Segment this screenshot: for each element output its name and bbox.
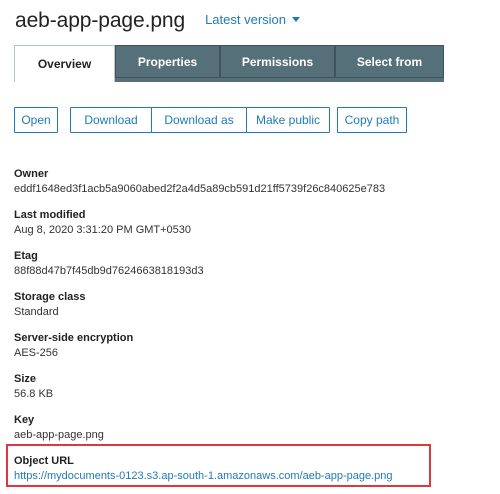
key-label: Key (14, 414, 35, 426)
version-dropdown[interactable]: Latest version (205, 12, 300, 27)
tab-overview[interactable]: Overview (14, 45, 115, 82)
object-url-link[interactable]: https://mydocuments-0123.s3.ap-south-1.a… (14, 470, 393, 483)
size-value: 56.8 KB (14, 388, 54, 400)
storage-class-value: Standard (14, 306, 59, 318)
title-row: aeb-app-page.png Latest version (15, 9, 300, 33)
tab-select-from[interactable]: Select from (335, 45, 444, 78)
last-modified-label: Last modified (14, 209, 86, 221)
open-button[interactable]: Open (14, 107, 58, 133)
owner-value: eddf1648ed3f1acb5a9060abed2f2a4d5a89cb59… (14, 183, 386, 195)
last-modified-property: Last modified Aug 8, 2020 3:31:20 PM GMT… (14, 209, 191, 237)
caret-down-icon (292, 17, 300, 22)
copy-path-button[interactable]: Copy path (337, 107, 407, 133)
object-url-property: Object URL https://mydocuments-0123.s3.a… (14, 455, 393, 483)
etag-label: Etag (14, 250, 38, 262)
tab-properties-label: Properties (137, 54, 198, 69)
storage-class-property: Storage class Standard (14, 291, 86, 319)
page-title: aeb-app-page.png (15, 9, 186, 32)
size-property: Size 56.8 KB (14, 373, 53, 401)
owner-property: Owner eddf1648ed3f1acb5a9060abed2f2a4d5a… (14, 168, 385, 196)
encryption-value: AES-256 (14, 347, 59, 359)
last-modified-value: Aug 8, 2020 3:31:20 PM GMT+0530 (14, 224, 192, 236)
download-as-button[interactable]: Download as (151, 107, 247, 133)
tab-permissions-label: Permissions (241, 54, 314, 69)
key-value: aeb-app-page.png (14, 429, 104, 441)
object-url-label: Object URL (14, 455, 74, 467)
tab-permissions[interactable]: Permissions (220, 45, 335, 78)
encryption-label: Server-side encryption (14, 332, 134, 344)
key-property: Key aeb-app-page.png (14, 414, 104, 442)
tab-select-from-label: Select from (356, 54, 423, 69)
etag-property: Etag 88f88d47b7f45db9d7624663818193d3 (14, 250, 204, 278)
download-button[interactable]: Download (70, 107, 152, 133)
encryption-property: Server-side encryption AES-256 (14, 332, 133, 360)
owner-label: Owner (14, 168, 49, 180)
storage-class-label: Storage class (14, 291, 86, 303)
make-public-button[interactable]: Make public (246, 107, 330, 133)
tab-overview-label: Overview (37, 57, 92, 71)
tab-properties[interactable]: Properties (115, 45, 220, 78)
tab-bar: Overview Properties Permissions Select f… (14, 45, 444, 82)
version-label: Latest version (205, 12, 286, 27)
etag-value: 88f88d47b7f45db9d7624663818193d3 (14, 265, 204, 277)
size-label: Size (14, 373, 37, 385)
tab-bar-underline (115, 78, 444, 82)
